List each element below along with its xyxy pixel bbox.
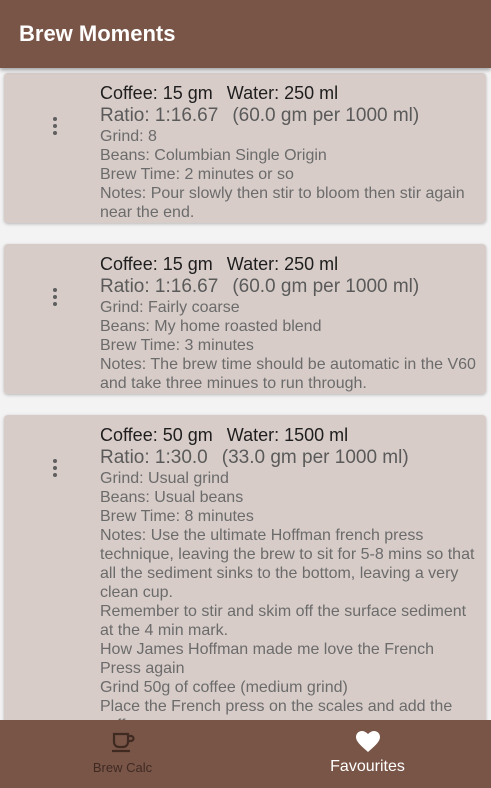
ratio-value: Ratio: 1:16.67 (100, 276, 219, 297)
notes-text: Remember to stir and skim off the surfac… (100, 603, 467, 639)
nav-favourites[interactable]: Favourites (245, 720, 490, 788)
amounts-line: Coffee: 15 gm Water: 250 ml (100, 83, 476, 104)
brew-card[interactable]: Coffee: 15 gm Water: 250 ml Ratio: 1:16.6… (4, 73, 486, 223)
amounts-line: Coffee: 50 gm Water: 1500 ml (100, 425, 476, 446)
water-amount: Water: 1500 ml (226, 425, 349, 445)
brew-details: Coffee: 15 gm Water: 250 ml Ratio: 1:16.6… (100, 254, 476, 393)
brew-time-text: Brew Time: 8 minutes (100, 508, 254, 525)
coffee-amount: Coffee: 15 gm (100, 83, 213, 103)
nav-favourites-label: Favourites (330, 758, 405, 775)
brew-time-text: Brew Time: 3 minutes (100, 337, 254, 354)
notes-text: How James Hoffman made me love the Frenc… (100, 641, 435, 677)
ratio-line: Ratio: 1:16.67 (60.0 gm per 1000 ml) (100, 104, 476, 127)
grind-text: Grind: Fairly coarse (100, 299, 240, 316)
more-options-icon[interactable] (40, 111, 70, 141)
app-bar: Brew Moments (0, 0, 491, 68)
ratio-per-litre: (60.0 gm per 1000 ml) (232, 276, 420, 297)
nav-brew-calc-label: Brew Calc (92, 760, 153, 775)
ratio-value: Ratio: 1:16.67 (100, 105, 219, 126)
ratio-value: Ratio: 1:30.0 (100, 447, 208, 468)
ratio-per-litre: (60.0 gm per 1000 ml) (232, 105, 420, 126)
notes-text: Notes: Use the ultimate Hoffman french p… (100, 527, 475, 601)
amounts-line: Coffee: 15 gm Water: 250 ml (100, 254, 476, 275)
water-amount: Water: 250 ml (226, 254, 339, 274)
brew-time-text: Brew Time: 2 minutes or so (100, 166, 294, 183)
beans-text: Beans: Usual beans (100, 489, 244, 506)
coffee-amount: Coffee: 50 gm (100, 425, 213, 445)
notes-text: Notes: Pour slowly then stir to bloom th… (100, 185, 465, 221)
bottom-navigation: Brew Calc Favourites (0, 720, 491, 788)
nav-brew-calc[interactable]: Brew Calc (0, 720, 245, 788)
cup-icon (110, 730, 136, 759)
app-title: Brew Moments (19, 21, 176, 46)
ratio-line: Ratio: 1:16.67 (60.0 gm per 1000 ml) (100, 275, 476, 298)
brew-card[interactable]: Coffee: 50 gm Water: 1500 ml Ratio: 1:30.… (4, 415, 486, 720)
ratio-line: Ratio: 1:30.0 (33.0 gm per 1000 ml) (100, 446, 476, 469)
notes-text: Place the French press on the scales and… (100, 698, 453, 720)
brew-card[interactable]: Coffee: 15 gm Water: 250 ml Ratio: 1:16.6… (4, 244, 486, 394)
ratio-per-litre: (33.0 gm per 1000 ml) (221, 447, 409, 468)
notes-text: Notes: The brew time should be automatic… (100, 356, 476, 392)
water-amount: Water: 250 ml (226, 83, 339, 103)
brew-details: Coffee: 15 gm Water: 250 ml Ratio: 1:16.6… (100, 83, 476, 222)
beans-text: Beans: Columbian Single Origin (100, 147, 327, 164)
brew-list[interactable]: Coffee: 15 gm Water: 250 ml Ratio: 1:16.6… (0, 68, 491, 720)
more-options-icon[interactable] (40, 282, 70, 312)
grind-text: Grind: Usual grind (100, 470, 229, 487)
more-options-icon[interactable] (40, 453, 70, 483)
coffee-amount: Coffee: 15 gm (100, 254, 213, 274)
brew-details: Coffee: 50 gm Water: 1500 ml Ratio: 1:30.… (100, 425, 476, 720)
heart-icon (355, 730, 381, 759)
beans-text: Beans: My home roasted blend (100, 318, 322, 335)
notes-text: Grind 50g of coffee (medium grind) (100, 679, 348, 696)
grind-text: Grind: 8 (100, 128, 157, 145)
